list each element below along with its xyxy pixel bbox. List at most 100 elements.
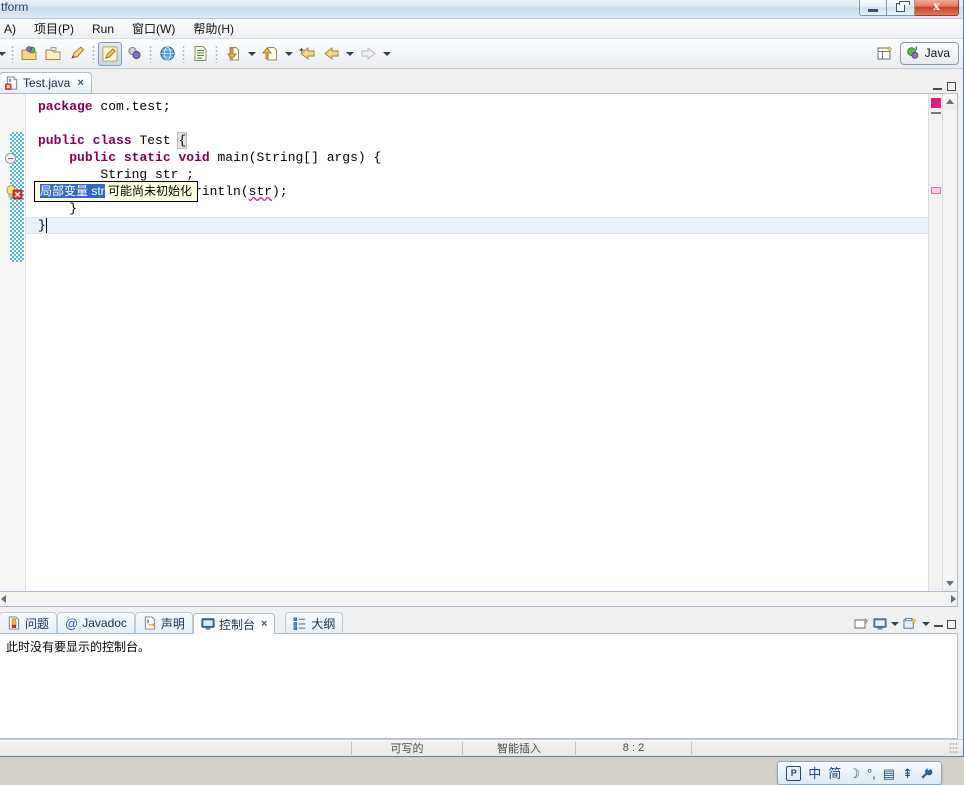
export-icon[interactable] [258,42,282,66]
tab-problems[interactable]: 问题 [0,612,57,633]
forward-arrow-icon[interactable] [356,42,380,66]
toolbar-grip[interactable] [92,45,95,63]
window-controls: x [859,0,959,16]
outline-icon [293,616,307,630]
minimize-view-icon[interactable] [934,620,943,628]
quickfix-error-lightbulb-icon[interactable] [5,184,23,200]
ime-punctuation-icon[interactable]: °, [867,767,876,780]
code-editor-text-area[interactable]: package com.test; public class Test { pu… [26,94,928,591]
scroll-up-button[interactable] [943,94,957,109]
back-nav-icon[interactable] [295,42,319,66]
toolbar-grip[interactable] [215,45,218,63]
tab-label: Javadoc [82,616,127,630]
ime-chinese-mode[interactable]: 中 [808,767,821,780]
export-dropdown-chevron-down-icon[interactable] [282,42,295,66]
back-dropdown-chevron-down-icon[interactable] [343,42,356,66]
scroll-down-button[interactable] [943,576,957,591]
tab-label: 声明 [161,615,185,632]
menu-project[interactable]: 项目(P) [25,20,83,38]
status-bar: 可写的 智能插入 8 : 2 [0,739,963,756]
display-selected-console-icon[interactable] [873,617,887,631]
back-arrow-icon[interactable] [319,42,343,66]
import-dropdown-chevron-down-icon[interactable] [245,42,258,66]
scroll-left-button[interactable] [1,595,6,603]
status-empty [0,740,351,757]
console-view-body[interactable]: 此时没有要显示的控制台。 [0,634,958,739]
close-button[interactable]: x [915,0,959,16]
open-folder-icon[interactable] [41,42,65,66]
close-icon: x [933,0,940,14]
display-selected-console-dropdown-chevron-down-icon[interactable] [891,622,899,626]
tab-declaration[interactable]: 声明 [135,612,193,633]
toolbar-grip[interactable] [182,45,185,63]
menu-help[interactable]: 帮助(H) [184,20,243,38]
editor-horizontal-scrollbar[interactable] [0,592,958,607]
ime-halfwidth-icon[interactable]: ☽ [848,767,860,780]
forward-dropdown-chevron-down-icon[interactable] [380,42,393,66]
editor-vertical-scrollbar[interactable] [942,94,957,591]
toolbar-overflow-chevron-down-icon[interactable] [0,42,8,66]
code-line[interactable]: } [38,200,77,217]
minimize-editor-icon[interactable] [933,83,942,91]
editor-tabbar: Test.java × [0,72,958,94]
code-line[interactable]: package com.test; [38,98,171,115]
toolbar-grip[interactable] [11,45,14,63]
bottom-view-part: 问题 @ Javadoc 声明 [0,611,958,739]
close-icon[interactable]: × [77,77,83,89]
perspective-java-label: Java [925,46,950,60]
code-line[interactable]: public static void main(String[] args) { [38,149,381,166]
status-resize-grip[interactable] [949,742,959,755]
import-icon[interactable] [221,42,245,66]
close-icon[interactable]: × [261,618,267,630]
menu-label: 窗口(W) [132,22,175,36]
editor-tab-test-java[interactable]: Test.java × [0,72,92,93]
save-icon[interactable] [65,42,89,66]
open-console-dropdown-chevron-down-icon[interactable] [922,622,930,626]
open-console-icon[interactable] [903,617,918,631]
maximize-button[interactable] [887,0,915,16]
menu-navigate-partial[interactable]: A) [0,20,25,38]
tab-outline[interactable]: 大纲 [285,612,343,633]
pin-console-icon[interactable] [854,617,869,631]
menu-window[interactable]: 窗口(W) [123,20,184,38]
java-file-error-icon [5,76,19,90]
perspective-java-button[interactable]: Java [900,42,959,65]
status-cursor-position-label: 8 : 2 [623,742,644,754]
declaration-icon [143,616,157,630]
editor-tab-label: Test.java [23,76,70,90]
window-title: tform [1,0,28,14]
new-class-icon[interactable] [188,42,212,66]
edit-pencil-icon[interactable] [98,42,122,66]
maximize-editor-icon[interactable] [947,82,956,91]
new-wizard-icon[interactable] [17,42,41,66]
tab-javadoc[interactable]: @ Javadoc [57,612,135,633]
minimize-button[interactable] [859,0,887,16]
editor-vertical-ruler[interactable] [0,94,26,591]
code-line[interactable]: } [38,217,55,234]
menu-run[interactable]: Run [83,20,123,38]
ime-simplified-mode[interactable]: 简 [828,767,841,780]
open-perspective-icon[interactable] [874,41,898,65]
java-perspective-icon [905,45,921,61]
fold-collapse-icon[interactable] [5,153,16,164]
scroll-right-button[interactable] [951,595,956,603]
maximize-icon [896,3,905,12]
status-cursor-position: 8 : 2 [576,740,691,757]
maximize-view-icon[interactable] [947,620,956,629]
window-titlebar: tform x [0,0,963,19]
code-line[interactable]: public class Test { [38,132,186,149]
toolbar-grip[interactable] [149,45,152,63]
ime-soft-keyboard-icon[interactable]: ▤ [883,767,895,780]
overview-occurrence-marker[interactable] [931,187,941,194]
console-icon [201,617,215,631]
web-browser-icon[interactable] [155,42,179,66]
overview-error-marker[interactable] [931,98,941,108]
debug-icon[interactable] [122,42,146,66]
ime-settings-icon[interactable] [920,767,933,780]
status-insert-mode-label: 智能插入 [497,740,541,756]
tab-console[interactable]: 控制台 × [193,613,275,634]
ime-language-bar[interactable]: P 中 简 ☽ °, ▤ ⇞ [777,761,942,785]
editor-overview-ruler[interactable] [928,94,942,591]
status-writable: 可写的 [352,740,462,757]
ime-input-pad-icon[interactable]: ⇞ [902,767,913,780]
